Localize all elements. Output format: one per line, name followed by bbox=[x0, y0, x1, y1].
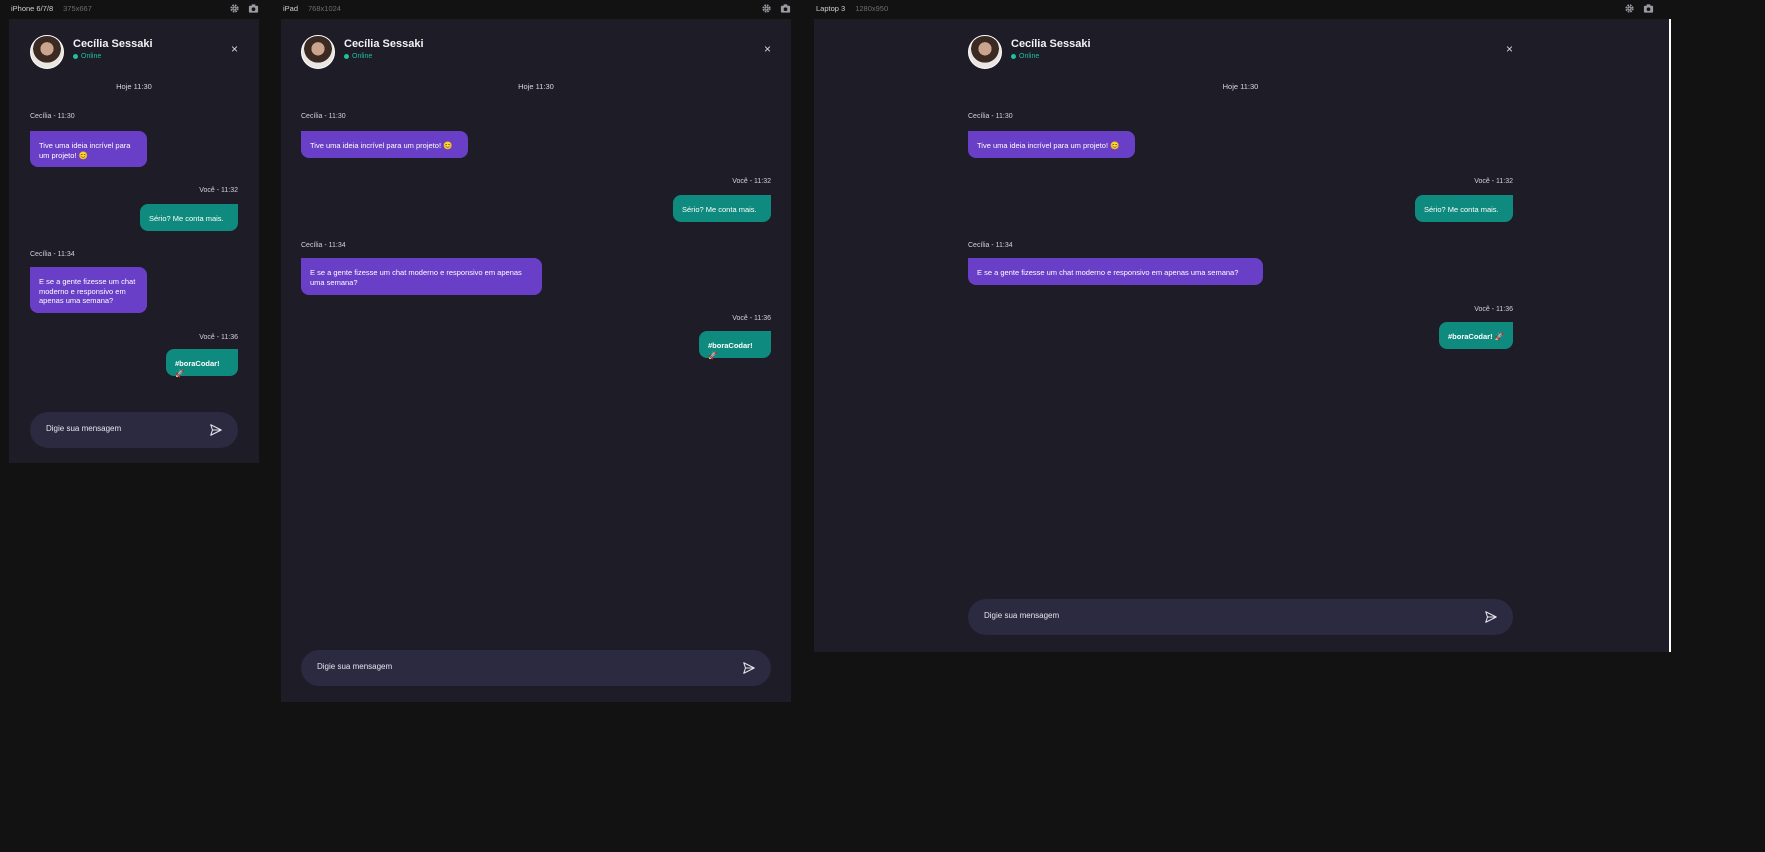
message-meta: Você - 11:32 bbox=[1474, 178, 1513, 185]
incoming-message: Tive uma ideia incrível para um projeto!… bbox=[968, 131, 1135, 158]
message-meta: Cecília - 11:34 bbox=[301, 242, 346, 249]
message-meta: Cecília - 11:34 bbox=[968, 242, 1013, 249]
incoming-message: Tive uma ideia incrível para um projeto!… bbox=[301, 131, 468, 158]
day-label: Hoje 11:30 bbox=[116, 82, 152, 91]
incoming-message: E se a gente fizesse um chat moderno e r… bbox=[968, 258, 1263, 285]
chat-header: Cecília Sessaki Online × bbox=[30, 35, 238, 71]
laptop-frame-bar: Laptop 3 1280x950 bbox=[814, 0, 1654, 17]
chat-panel: Cecília Sessaki Online × Hoje 11:30 Cecí… bbox=[301, 19, 771, 702]
camera-icon[interactable] bbox=[1643, 3, 1654, 14]
camera-icon[interactable] bbox=[780, 3, 791, 14]
online-status: Online bbox=[1011, 53, 1039, 60]
incoming-message: Tive uma ideia incrível para um projeto!… bbox=[30, 131, 147, 167]
message-meta: Você - 11:36 bbox=[199, 334, 238, 341]
chat-header: Cecília Sessaki Online × bbox=[968, 35, 1513, 71]
send-icon[interactable] bbox=[742, 661, 756, 680]
status-text: Online bbox=[352, 53, 373, 60]
chat-panel: Cecília Sessaki Online × Hoje 11:30 Cecí… bbox=[30, 19, 238, 463]
contact-name: Cecília Sessaki bbox=[1011, 38, 1091, 50]
message-composer[interactable]: Digie sua mensagem bbox=[968, 599, 1513, 635]
outgoing-message: Sério? Me conta mais. bbox=[1415, 195, 1513, 222]
day-label: Hoje 11:30 bbox=[518, 82, 554, 91]
avatar bbox=[301, 35, 335, 69]
chat-header: Cecília Sessaki Online × bbox=[301, 35, 771, 71]
device-name: iPad bbox=[283, 4, 299, 13]
viewport-edge bbox=[1669, 19, 1671, 652]
ipad-frame-bar: iPad 768x1024 bbox=[281, 0, 791, 17]
message-meta: Você - 11:32 bbox=[199, 187, 238, 194]
status-text: Online bbox=[81, 53, 102, 60]
online-dot bbox=[1011, 54, 1016, 59]
close-icon[interactable]: × bbox=[764, 43, 771, 55]
outgoing-message: #boraCodar! 🚀 bbox=[166, 349, 238, 378]
message-meta: Cecília - 11:30 bbox=[30, 113, 75, 120]
contact-name: Cecília Sessaki bbox=[73, 38, 153, 50]
message-input[interactable]: Digie sua mensagem bbox=[317, 662, 392, 671]
incoming-message: E se a gente fizesse um chat moderno e r… bbox=[301, 258, 542, 295]
online-dot bbox=[73, 54, 78, 59]
online-status: Online bbox=[344, 53, 372, 60]
day-label: Hoje 11:30 bbox=[1222, 82, 1259, 91]
message-composer[interactable]: Digie sua mensagem bbox=[301, 650, 771, 686]
laptop-viewport: Cecília Sessaki Online × Hoje 11:30 Cecí… bbox=[814, 19, 1669, 652]
device-size: 768x1024 bbox=[308, 4, 341, 13]
device-name: iPhone 6/7/8 bbox=[11, 4, 54, 13]
outgoing-message: Sério? Me conta mais. bbox=[673, 195, 771, 222]
incoming-message: E se a gente fizesse um chat moderno e r… bbox=[30, 267, 147, 313]
outgoing-message: Sério? Me conta mais. bbox=[140, 204, 238, 231]
close-icon[interactable]: × bbox=[1506, 43, 1513, 55]
gear-icon[interactable] bbox=[1624, 3, 1635, 14]
message-input[interactable]: Digie sua mensagem bbox=[984, 611, 1059, 620]
avatar bbox=[968, 35, 1002, 69]
gear-icon[interactable] bbox=[229, 3, 240, 14]
avatar bbox=[30, 35, 64, 69]
send-icon[interactable] bbox=[1484, 610, 1498, 629]
message-meta: Você - 11:36 bbox=[1474, 306, 1513, 313]
close-icon[interactable]: × bbox=[231, 43, 238, 55]
online-dot bbox=[344, 54, 349, 59]
gear-icon[interactable] bbox=[761, 3, 772, 14]
device-name: Laptop 3 bbox=[816, 4, 846, 13]
message-composer[interactable]: Digie sua mensagem bbox=[30, 412, 238, 448]
outgoing-message: #boraCodar! 🚀 bbox=[699, 331, 771, 360]
contact-name: Cecília Sessaki bbox=[344, 38, 424, 50]
message-input[interactable]: Digie sua mensagem bbox=[46, 424, 121, 433]
iphone-viewport: Cecília Sessaki Online × Hoje 11:30 Cecí… bbox=[9, 19, 259, 463]
device-size: 375x667 bbox=[63, 4, 92, 13]
iphone-frame-bar: iPhone 6/7/8 375x667 bbox=[9, 0, 259, 17]
send-icon[interactable] bbox=[209, 423, 223, 442]
outgoing-message: #boraCodar! 🚀 bbox=[1439, 322, 1513, 349]
ipad-viewport: Cecília Sessaki Online × Hoje 11:30 Cecí… bbox=[281, 19, 791, 702]
message-meta: Cecília - 11:34 bbox=[30, 251, 75, 258]
message-meta: Cecília - 11:30 bbox=[968, 113, 1013, 120]
message-meta: Você - 11:36 bbox=[732, 315, 771, 322]
status-text: Online bbox=[1019, 53, 1040, 60]
chat-panel: Cecília Sessaki Online × Hoje 11:30 Cecí… bbox=[968, 19, 1513, 652]
online-status: Online bbox=[73, 53, 101, 60]
camera-icon[interactable] bbox=[248, 3, 259, 14]
message-meta: Você - 11:32 bbox=[732, 178, 771, 185]
device-size: 1280x950 bbox=[855, 4, 889, 13]
message-meta: Cecília - 11:30 bbox=[301, 113, 346, 120]
